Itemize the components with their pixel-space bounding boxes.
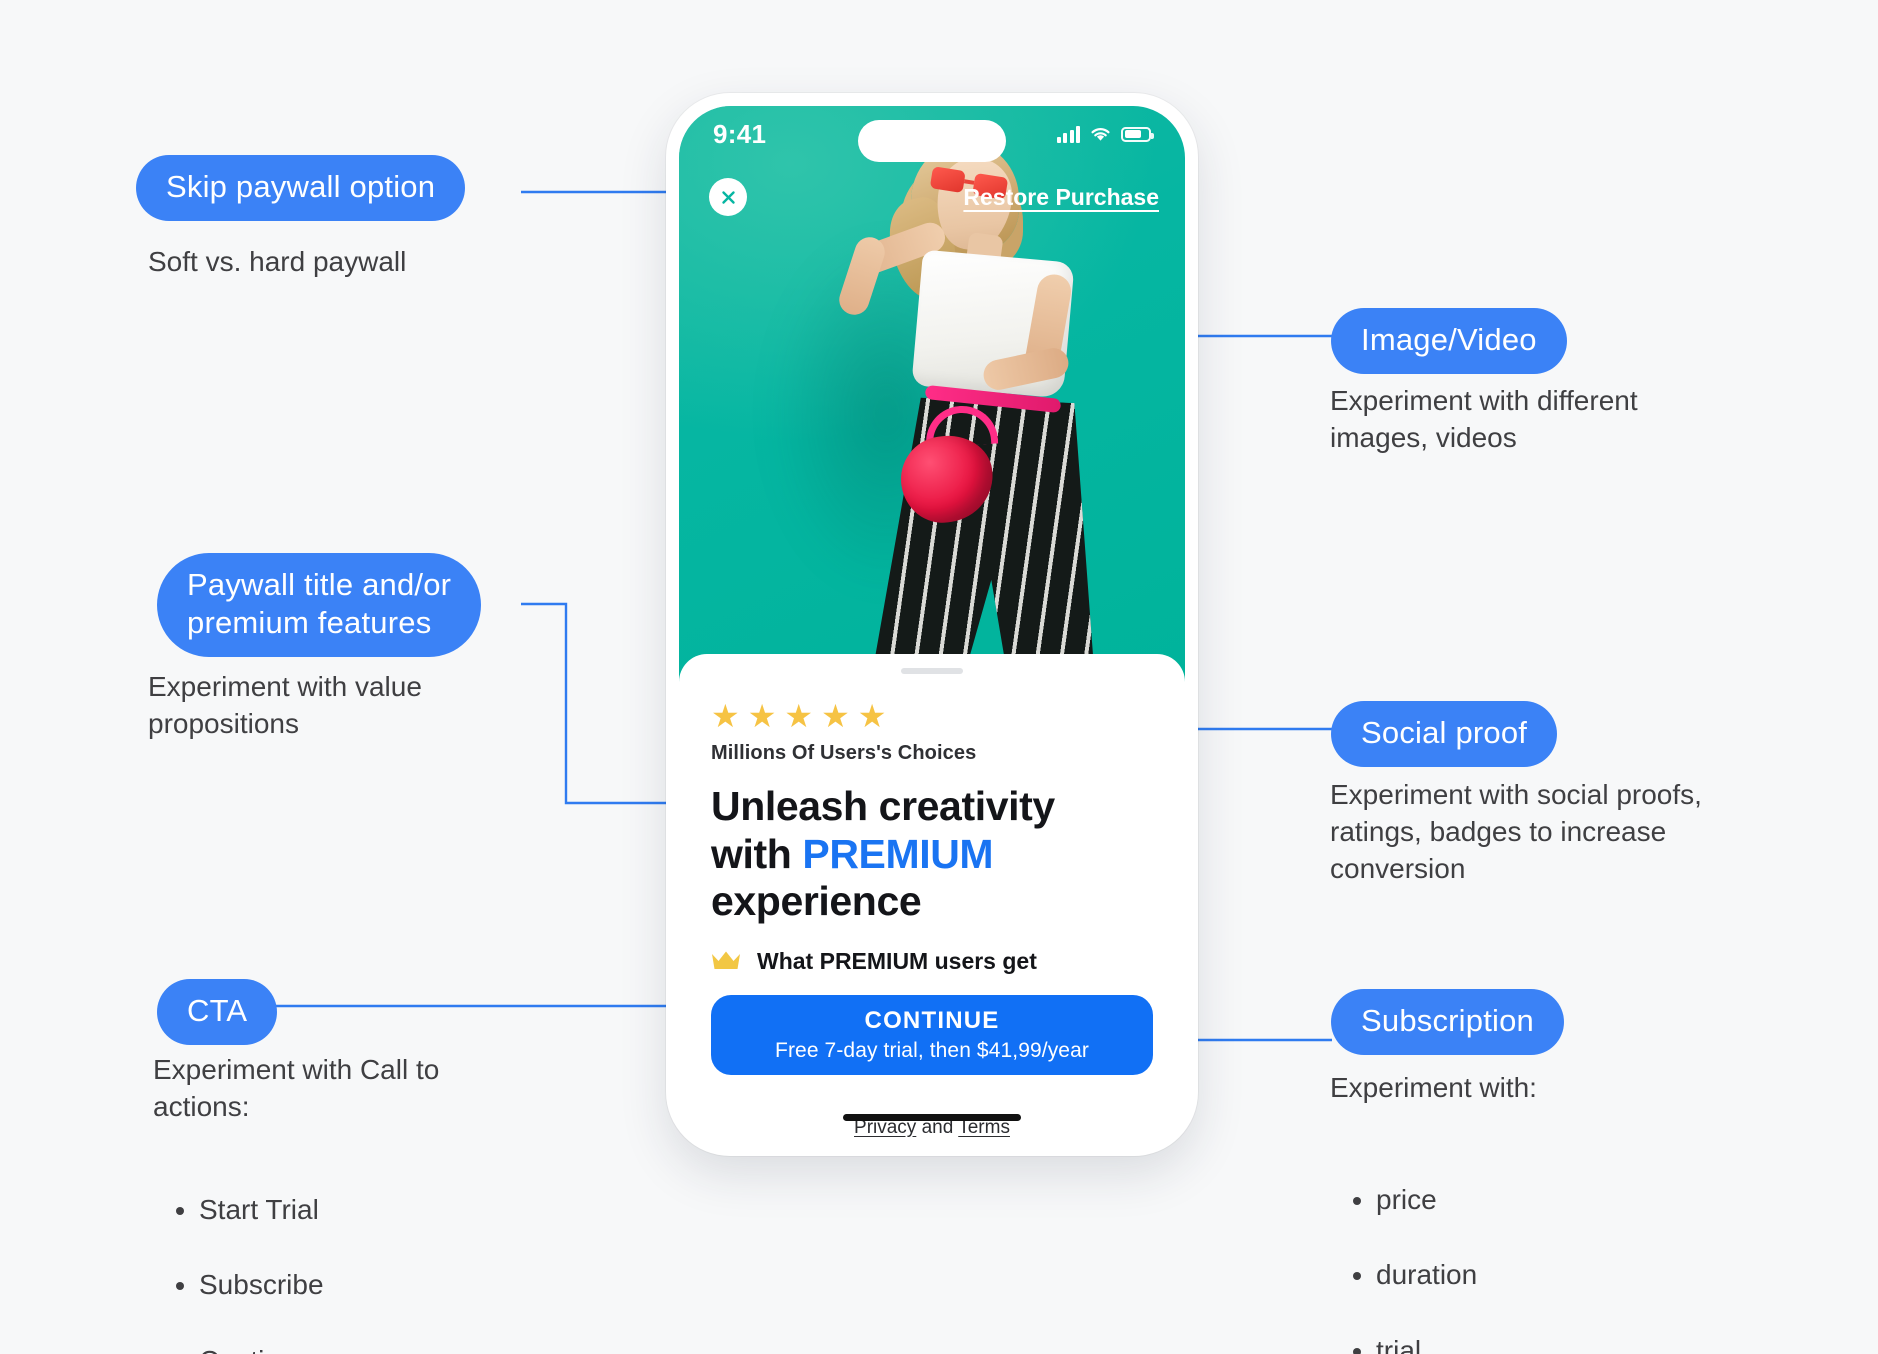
diagram-canvas: Skip paywall option Soft vs. hard paywal… xyxy=(0,0,1878,1354)
star-icon: ★ xyxy=(857,698,887,734)
premium-features-row[interactable]: What PREMIUM users get xyxy=(711,948,1153,975)
social-proof-text: Millions Of Users's Choices xyxy=(711,742,977,764)
signal-bars-icon xyxy=(1056,125,1080,143)
star-icon: ★ xyxy=(784,698,814,734)
star-icon: ★ xyxy=(747,698,777,734)
headline-highlight: PREMIUM xyxy=(802,830,994,877)
phone-screen: 9:41 Restore Purchase ★ ★ ★ ★ ★ Millions… xyxy=(679,106,1185,1143)
home-indicator xyxy=(843,1114,1021,1121)
list-item: price xyxy=(1376,1181,1477,1220)
annotation-pill-cta[interactable]: CTA xyxy=(157,979,278,1045)
annotation-note-cta: Experiment with Call to actions: xyxy=(153,1054,440,1122)
cta-title: CONTINUE xyxy=(864,1006,1000,1034)
status-clock: 9:41 xyxy=(713,118,767,149)
paywall-headline: Unleash creativity with PREMIUM experien… xyxy=(711,783,1153,926)
annotation-pill-image-video[interactable]: Image/Video xyxy=(1331,308,1567,374)
annotation-pill-paywall-title[interactable]: Paywall title and/or premium features xyxy=(157,553,482,657)
premium-features-label: What PREMIUM users get xyxy=(757,947,1037,974)
rating-stars: ★ ★ ★ ★ ★ xyxy=(711,700,1153,732)
annotation-bullets-subscription: price duration trial xyxy=(1330,1107,1477,1354)
annotation-note-social-proof: Experiment with social proofs, ratings, … xyxy=(1330,779,1702,884)
sheet-grabber[interactable] xyxy=(901,668,963,674)
paywall-sheet: ★ ★ ★ ★ ★ Millions Of Users's Choices Un… xyxy=(679,654,1185,1143)
list-item: duration xyxy=(1376,1256,1477,1295)
annotation-note-paywall-title: Experiment with value propositions xyxy=(148,671,422,739)
close-icon[interactable] xyxy=(709,178,747,216)
wifi-icon xyxy=(1091,127,1110,141)
list-item: Continue xyxy=(199,1342,324,1354)
phone-mockup: 9:41 Restore Purchase ★ ★ ★ ★ ★ Millions… xyxy=(666,93,1198,1156)
annotation-note-image-video: Experiment with different images, videos xyxy=(1330,385,1638,453)
headline-line2-prefix: with xyxy=(711,830,803,877)
dynamic-island xyxy=(858,120,1006,162)
annotation-note-subscription: Experiment with: xyxy=(1330,1072,1537,1103)
list-item: Start Trial xyxy=(199,1191,324,1230)
annotation-note-skip-paywall: Soft vs. hard paywall xyxy=(148,246,407,277)
annotation-bullets-cta: Start Trial Subscribe Continue ... xyxy=(153,1117,324,1354)
status-icons xyxy=(1056,125,1154,143)
cta-subtitle: Free 7-day trial, then $41,99/year xyxy=(775,1038,1089,1062)
annotation-pill-social-proof[interactable]: Social proof xyxy=(1331,701,1558,767)
list-item: trial xyxy=(1376,1332,1477,1354)
status-bar: 9:41 xyxy=(679,106,1185,162)
battery-icon xyxy=(1121,126,1154,142)
crown-icon xyxy=(712,951,740,970)
headline-line1: Unleash creativity xyxy=(711,783,1055,829)
annotation-pill-subscription[interactable]: Subscription xyxy=(1331,989,1564,1055)
continue-button[interactable]: CONTINUE Free 7-day trial, then $41,99/y… xyxy=(711,994,1153,1075)
annotation-pill-skip-paywall[interactable]: Skip paywall option xyxy=(136,155,466,221)
star-icon: ★ xyxy=(821,698,850,734)
star-icon: ★ xyxy=(711,698,740,734)
headline-line3: experience xyxy=(711,878,922,925)
restore-purchase-link[interactable]: Restore Purchase xyxy=(963,184,1159,211)
list-item: Subscribe xyxy=(199,1266,324,1305)
